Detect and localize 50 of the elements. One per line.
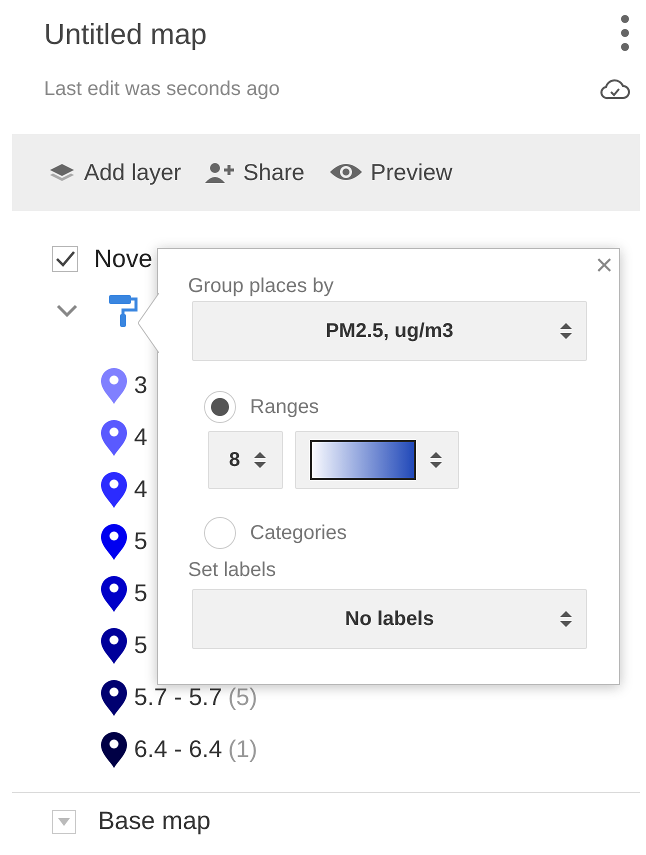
check-icon	[55, 250, 75, 268]
map-pin-icon	[100, 367, 128, 405]
range-label: 4	[134, 423, 148, 453]
place-count: (1)	[228, 735, 258, 765]
dropdown-arrow-icon	[58, 818, 70, 826]
close-button[interactable]: ×	[595, 251, 613, 281]
map-pin-icon	[100, 731, 128, 769]
chevron-icon[interactable]	[56, 304, 78, 318]
radio-label: Ranges	[250, 395, 319, 420]
add-person-icon	[205, 161, 236, 183]
share-button[interactable]: Share	[205, 154, 305, 190]
more-menu-icon[interactable]	[620, 14, 630, 52]
sort-arrows-icon	[428, 451, 444, 469]
map-pin-icon	[100, 679, 128, 717]
range-count-select[interactable]: 8	[208, 431, 284, 489]
range-label: 3	[134, 371, 148, 401]
last-edit-status: Last edit was seconds ago	[44, 76, 280, 102]
sort-arrows-icon	[558, 610, 574, 628]
color-ramp-select[interactable]	[295, 431, 460, 489]
group-by-label: Group places by	[188, 274, 335, 299]
layers-icon	[48, 162, 76, 182]
layer-checkbox[interactable]	[52, 246, 78, 272]
radio-label: Categories	[250, 521, 347, 546]
map-pin-icon	[100, 575, 128, 613]
set-labels-label: Set labels	[188, 558, 277, 583]
map-pin-icon	[100, 627, 128, 665]
base-map-toggle[interactable]	[52, 810, 76, 834]
range-label: 6.4 - 6.4	[134, 735, 222, 765]
labels-select[interactable]: No labels	[192, 589, 587, 649]
sort-arrows-icon	[252, 451, 268, 469]
paint-roller-icon[interactable]	[108, 294, 138, 328]
range-label: 5.7 - 5.7	[134, 683, 222, 713]
sort-arrows-icon	[558, 322, 574, 340]
map-pin-icon	[100, 523, 128, 561]
layers-button[interactable]: Add layer	[48, 154, 182, 190]
place-count: (5)	[228, 683, 258, 713]
radio-button[interactable]	[204, 517, 236, 549]
radio-button[interactable]	[204, 391, 236, 423]
preview-button[interactable]: Preview	[328, 154, 452, 190]
map-title: Untitled map	[44, 18, 207, 53]
range-label: 4	[134, 475, 148, 505]
range-label: 5	[134, 579, 148, 609]
base-map-label: Base map	[98, 806, 211, 837]
map-pin-icon	[100, 471, 128, 509]
group-by-select[interactable]: PM2.5, ug/m3	[192, 301, 587, 361]
layer-title: Nove	[94, 244, 152, 274]
map-pin-icon	[100, 419, 128, 457]
range-label: 5	[134, 527, 148, 557]
range-label: 5	[134, 631, 148, 661]
cloud-check-icon	[600, 78, 630, 100]
